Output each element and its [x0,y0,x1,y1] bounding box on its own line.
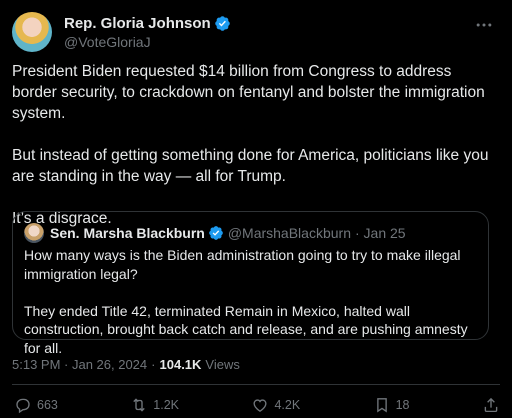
verified-badge-icon [214,15,230,31]
share-button[interactable] [482,396,500,414]
bookmark-button[interactable]: 18 [373,396,410,414]
like-count: 4.2K [274,398,301,412]
quoted-tweet-header: Sen. Marsha Blackburn @MarshaBlackburn ·… [24,223,477,243]
tweet-header: Rep. Gloria Johnson @VoteGloriaJ [12,12,500,52]
tweet-paragraph: But instead of getting something done fo… [12,147,489,185]
tweet-timestamp[interactable]: 5:13 PM · Jan 26, 2024 [12,357,147,372]
tweet-paragraph: President Biden requested $14 billion fr… [12,63,485,122]
author-name-row: Rep. Gloria Johnson [64,13,231,33]
verified-badge-icon [208,226,223,240]
quoted-tweet-date: · Jan 25 [354,225,406,241]
bookmark-count: 18 [395,398,410,412]
quoted-author-display-name: Sen. Marsha Blackburn [50,225,205,241]
divider [12,384,500,385]
author-names: Rep. Gloria Johnson @VoteGloriaJ [64,12,231,52]
author-handle[interactable]: @VoteGloriaJ [64,33,231,51]
quoted-author-avatar [24,223,44,243]
quoted-tweet-body: How many ways is the Biden administratio… [24,246,477,357]
bookmark-icon [376,398,387,413]
author-avatar[interactable] [12,12,52,52]
tweet-meta: 5:13 PM · Jan 26, 2024 · 104.1K Views [12,355,240,373]
more-icon[interactable] [474,15,494,35]
reply-button[interactable]: 663 [14,396,58,414]
quoted-tweet-paragraph: They ended Title 42, terminated Remain i… [24,302,468,356]
quoted-tweet[interactable]: Sen. Marsha Blackburn @MarshaBlackburn ·… [12,211,489,356]
author-display-name[interactable]: Rep. Gloria Johnson [64,15,211,32]
share-icon [484,397,498,413]
repost-icon [133,398,146,412]
quoted-tweet-paragraph: How many ways is the Biden administratio… [24,247,461,282]
tweet-card: Rep. Gloria Johnson @VoteGloriaJ Preside… [0,0,512,418]
action-bar: 663 1.2K 4.2K 18 [14,394,500,416]
like-icon [253,399,267,412]
views-count: 104.1K [159,356,202,372]
repost-button[interactable]: 1.2K [130,396,179,414]
quoted-author-handle: @MarshaBlackburn [227,225,351,241]
reply-count: 663 [37,398,58,412]
like-button[interactable]: 4.2K [251,396,300,414]
meta-separator: · [151,356,156,372]
reply-icon [16,398,30,414]
tweet-body: President Biden requested $14 billion fr… [12,61,500,229]
repost-count: 1.2K [153,398,180,412]
views-label: Views [205,356,240,372]
